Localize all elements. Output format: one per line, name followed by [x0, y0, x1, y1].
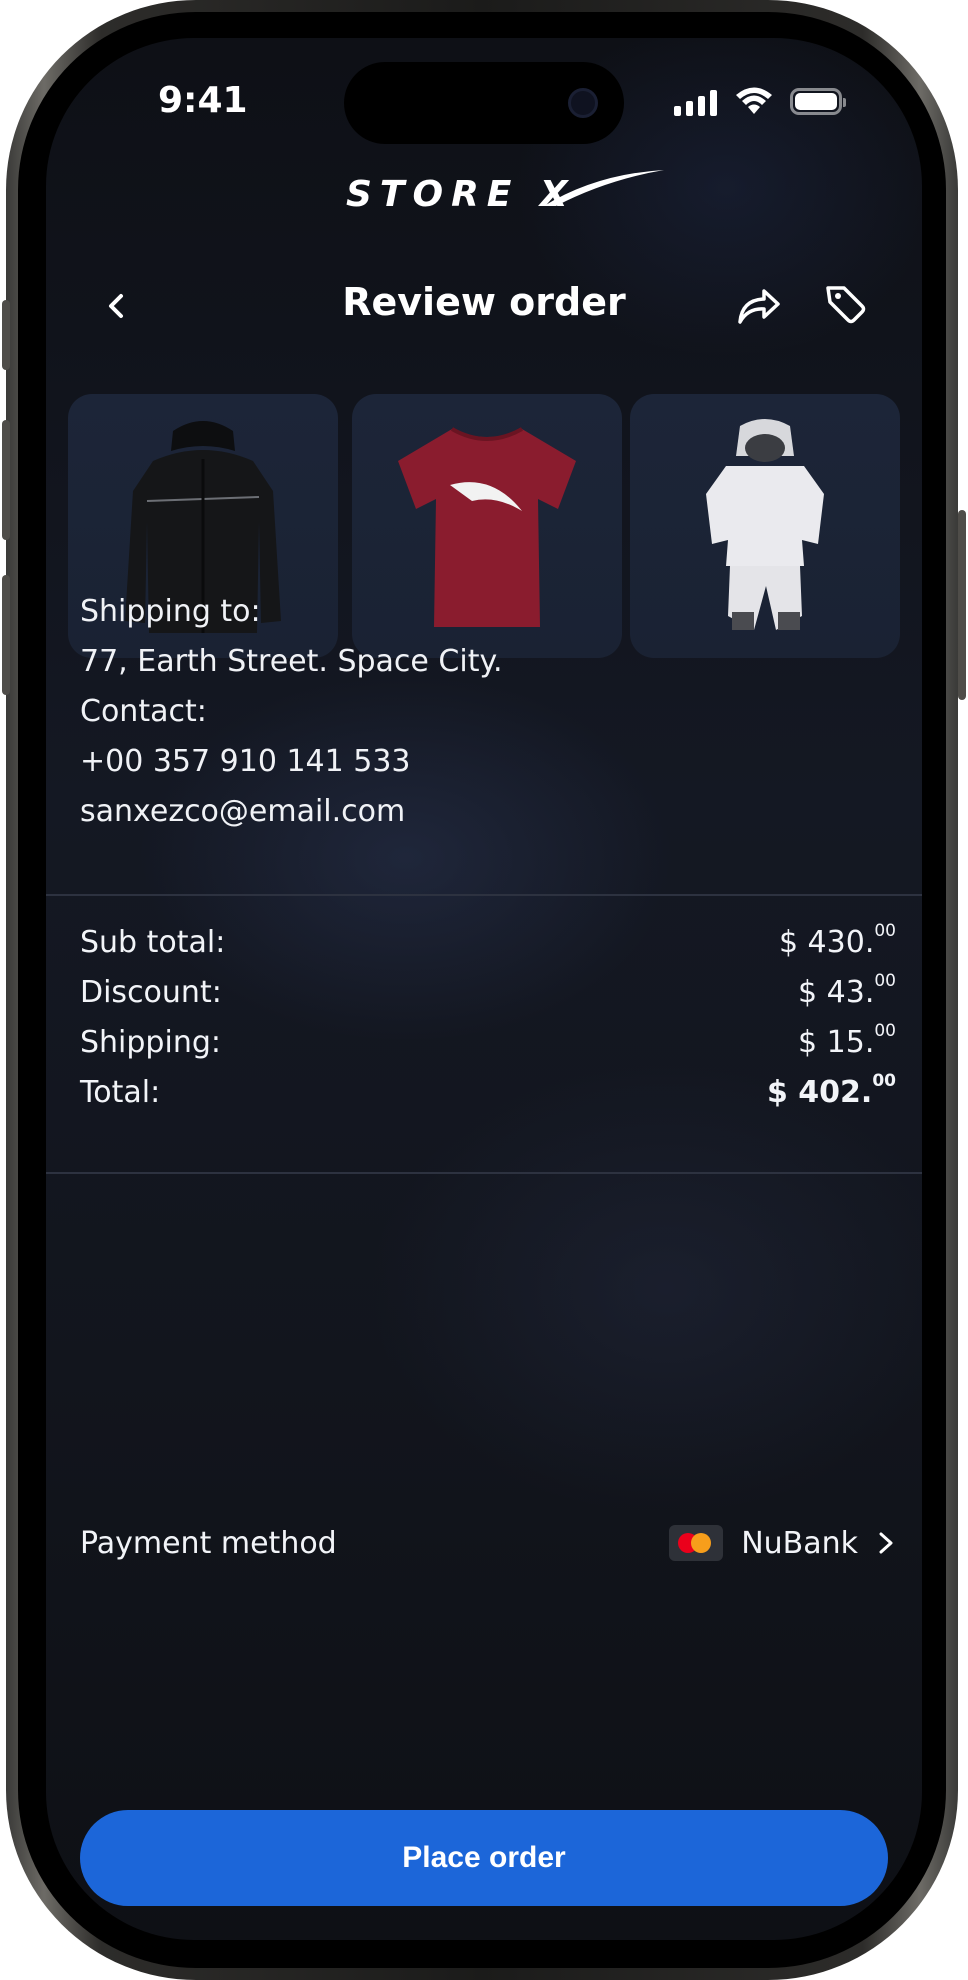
shipping-cost-label: Shipping:	[80, 1024, 221, 1060]
volume-up-button	[2, 420, 10, 540]
divider	[46, 1172, 922, 1174]
shipping-cost-value: $ 15. 00	[798, 1020, 896, 1060]
volume-down-button	[2, 575, 10, 695]
status-time: 9:41	[158, 80, 248, 121]
spacesuit-image	[706, 419, 824, 630]
contact-phone: +00 357 910 141 533	[80, 744, 411, 779]
store-logo: STORE X	[346, 168, 666, 228]
contact-label: Contact:	[80, 694, 207, 729]
shipping-address: 77, Earth Street. Space City.	[80, 644, 503, 679]
subtotal-row: Sub total: $ 430. 00	[80, 920, 896, 964]
subtotal-label: Sub total:	[80, 924, 226, 960]
coupon-button[interactable]	[824, 282, 868, 326]
camera-icon	[568, 88, 598, 118]
shipping-cost-row: Shipping: $ 15. 00	[80, 1020, 896, 1064]
battery-icon	[790, 88, 846, 115]
subtotal-value: $ 430. 00	[778, 920, 896, 960]
total-row: Total: $ 402. 00	[80, 1070, 896, 1114]
action-button	[2, 300, 10, 370]
total-label: Total:	[80, 1074, 161, 1110]
share-icon	[738, 289, 780, 324]
payment-card-name: NuBank	[741, 1525, 858, 1561]
contact-email: sanxezco@email.com	[80, 794, 406, 829]
mastercard-icon	[669, 1525, 724, 1561]
page-title: Review order	[342, 280, 626, 324]
cellular-signal-icon	[674, 90, 717, 116]
total-value: $ 402. 00	[766, 1070, 896, 1110]
dynamic-island	[344, 62, 624, 144]
share-button[interactable]	[736, 286, 782, 326]
app-screen: 9:41 STORE X Review order Shipping to: 7…	[46, 38, 922, 1940]
divider	[46, 894, 922, 896]
chevron-right-icon	[879, 1532, 893, 1554]
product-card-spacesuit[interactable]	[630, 394, 900, 658]
shipping-label: Shipping to:	[80, 594, 261, 629]
payment-method-row[interactable]: Payment method NuBank	[80, 1518, 896, 1568]
power-button	[958, 510, 966, 700]
payment-method-label: Payment method	[80, 1525, 337, 1561]
wifi-icon	[736, 87, 772, 114]
discount-value: $ 43. 00	[798, 970, 896, 1010]
place-order-button[interactable]: Place order	[80, 1810, 888, 1906]
product-card-tshirt[interactable]	[352, 394, 622, 658]
tshirt-image	[398, 427, 576, 627]
discount-row: Discount: $ 43. 00	[80, 970, 896, 1014]
tag-icon	[826, 286, 866, 324]
logo-swoosh-icon	[544, 170, 664, 206]
discount-label: Discount:	[80, 974, 222, 1010]
